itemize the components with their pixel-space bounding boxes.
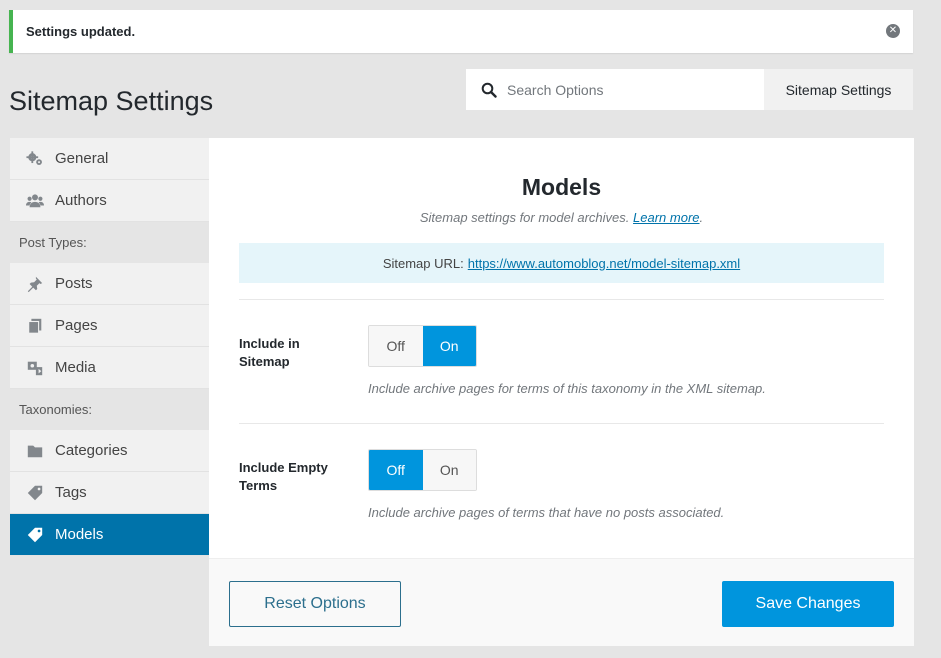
sidebar-item-label: Posts <box>55 275 93 292</box>
include-in-sitemap-label: Include in Sitemap <box>239 336 300 369</box>
toggle-off-option[interactable]: Off <box>369 450 423 490</box>
search-scope-button[interactable]: Sitemap Settings <box>764 69 913 110</box>
toggle-on-option[interactable]: On <box>422 450 476 490</box>
settings-updated-notice: Settings updated. ✕ <box>9 10 913 53</box>
sidebar-item-label: Pages <box>55 317 98 334</box>
panel-description: Sitemap settings for model archives. Lea… <box>209 210 914 225</box>
sitemap-url-link[interactable]: https://www.automoblog.net/model-sitemap… <box>468 256 740 271</box>
sidebar-item-posts[interactable]: Posts <box>10 263 209 305</box>
include-in-sitemap-help: Include archive pages for terms of this … <box>368 381 766 396</box>
pages-icon <box>25 316 45 336</box>
sitemap-url-label: Sitemap URL: <box>382 255 464 271</box>
sidebar-item-models[interactable]: Models <box>10 514 209 556</box>
folder-icon <box>25 441 45 461</box>
sidebar-item-authors[interactable]: Authors <box>10 180 209 222</box>
search-icon <box>481 82 497 98</box>
tag-icon <box>25 525 45 545</box>
sidebar-item-label: General <box>55 150 109 167</box>
panel-footer: Reset Options Save Changes <box>209 558 914 646</box>
settings-panel: Models Sitemap settings for model archiv… <box>209 138 914 646</box>
include-empty-terms-toggle: Off On <box>368 449 477 491</box>
sidebar-group-post-types: Post Types: <box>10 222 209 263</box>
learn-more-link[interactable]: Learn more <box>633 210 699 225</box>
users-icon <box>25 191 45 211</box>
sidebar-item-label: Categories <box>55 442 128 459</box>
reset-options-button[interactable]: Reset Options <box>229 581 401 627</box>
include-empty-terms-label: Include Empty Terms <box>239 460 328 493</box>
page-title: Sitemap Settings <box>9 86 214 116</box>
sitemap-url-box: Sitemap URL: https://www.automoblog.net/… <box>239 243 884 283</box>
sidebar-item-label: Tags <box>55 484 87 501</box>
media-icon <box>25 358 45 378</box>
sidebar-item-general[interactable]: General <box>10 138 209 180</box>
notice-text: Settings updated. <box>26 24 136 39</box>
search-bar: Sitemap Settings <box>466 69 913 110</box>
close-icon[interactable]: ✕ <box>886 24 900 38</box>
sidebar-item-pages[interactable]: Pages <box>10 305 209 347</box>
sidebar-group-taxonomies: Taxonomies: <box>10 389 209 430</box>
tag-icon <box>25 483 45 503</box>
include-in-sitemap-toggle: Off On <box>368 325 477 367</box>
search-input[interactable] <box>507 81 737 98</box>
sidebar-item-label: Media <box>55 359 96 376</box>
sidebar-item-label: Models <box>55 526 104 543</box>
include-empty-terms-help: Include archive pages of terms that have… <box>368 505 725 520</box>
save-changes-button[interactable]: Save Changes <box>722 581 894 627</box>
toggle-off-option[interactable]: Off <box>369 326 423 366</box>
sidebar-item-categories[interactable]: Categories <box>10 430 209 472</box>
divider <box>239 299 884 300</box>
search-box <box>466 69 764 110</box>
sidebar-item-label: Authors <box>55 192 107 209</box>
panel-title: Models <box>521 174 602 200</box>
sidebar-item-media[interactable]: Media <box>10 347 209 389</box>
gears-icon <box>25 149 45 169</box>
description-end: . <box>699 210 704 225</box>
sidebar-item-tags[interactable]: Tags <box>10 472 209 514</box>
pin-icon <box>25 274 45 294</box>
settings-sidebar: General Authors Post Types: Posts Pages … <box>10 138 209 556</box>
description-text: Sitemap settings for model archives. <box>419 210 630 225</box>
divider <box>239 423 884 424</box>
toggle-on-option[interactable]: On <box>422 326 476 366</box>
